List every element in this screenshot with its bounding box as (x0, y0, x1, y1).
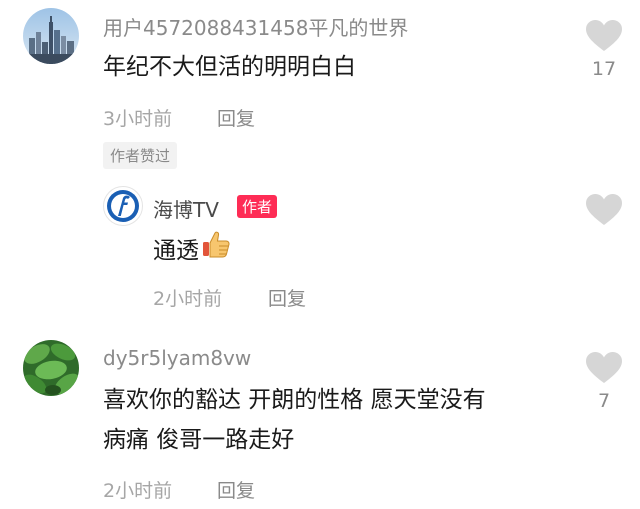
thumbs-up-icon (201, 229, 231, 272)
reply-text: 通透 (153, 229, 231, 272)
reply-text-content: 通透 (153, 237, 199, 264)
comment-time: 2小时前 (103, 480, 173, 502)
comment-text-line-1: 喜欢你的豁达 开朗的性格 愿天堂没有 (103, 387, 486, 413)
like-button[interactable] (586, 20, 622, 52)
avatar[interactable] (23, 8, 79, 64)
like-button[interactable] (586, 194, 622, 226)
author-badge: 作者 (237, 195, 278, 218)
haibo-tv-logo-avatar-icon (107, 190, 139, 222)
like-count: 17 (591, 58, 617, 80)
heart-icon (586, 352, 622, 383)
reply-button[interactable]: 回复 (268, 284, 306, 311)
reply-button[interactable]: 回复 (217, 476, 255, 503)
comment-username[interactable]: 用户4572088431458平凡的世界 (103, 12, 408, 41)
comment-text-line-2: 病痛 俊哥一路走好 (103, 427, 295, 453)
reply-time: 2小时前 (153, 288, 223, 310)
comment-username[interactable]: dy5r5lyam8vw (103, 346, 251, 370)
reply-button[interactable]: 回复 (217, 104, 255, 131)
like-count: 7 (597, 390, 611, 412)
reply-username[interactable]: 海博TV (153, 194, 219, 223)
city-skyline-avatar-icon (23, 8, 79, 64)
heart-icon (586, 20, 622, 51)
comment-time: 3小时前 (103, 108, 173, 130)
avatar[interactable] (23, 340, 79, 396)
like-button[interactable] (586, 352, 622, 384)
heart-icon (586, 194, 622, 225)
comment-text: 年纪不大但活的明明白白 (103, 54, 356, 80)
avatar[interactable] (103, 186, 143, 226)
green-leaves-avatar-icon (23, 340, 79, 396)
author-liked-tag: 作者赞过 (103, 142, 178, 169)
